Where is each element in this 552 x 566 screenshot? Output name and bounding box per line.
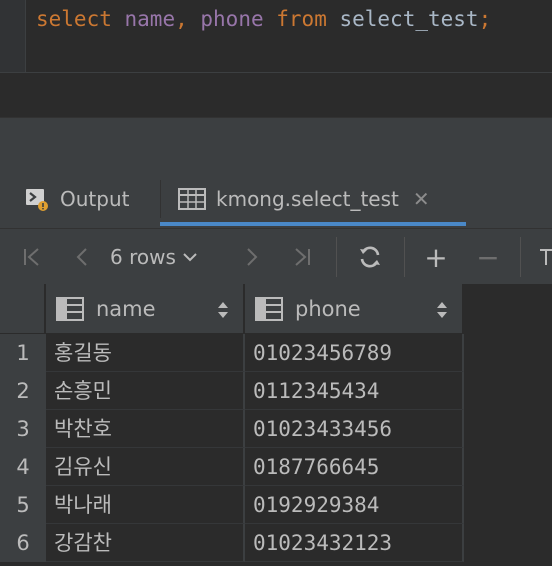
table-grid-icon — [178, 188, 206, 210]
row-number: 3 — [0, 410, 46, 448]
refresh-icon[interactable] — [350, 229, 390, 285]
sort-icon[interactable] — [436, 300, 448, 324]
toolbar-separator — [336, 237, 337, 277]
active-tab-indicator — [160, 222, 466, 226]
chevron-down-icon — [182, 249, 198, 265]
editor-gutter — [0, 0, 26, 72]
first-page-icon[interactable] — [14, 229, 50, 285]
console-output-icon — [24, 186, 50, 212]
cell-phone[interactable]: 01023456789 — [245, 334, 464, 372]
row-number: 5 — [0, 486, 46, 524]
column-icon — [56, 296, 84, 321]
cell-phone[interactable]: 0192929384 — [245, 486, 464, 524]
table-row[interactable]: 1 홍길동 01023456789 — [0, 334, 464, 372]
sql-token: select_test — [326, 7, 479, 31]
sql-editor[interactable]: select name, phone from select_test; — [0, 0, 552, 72]
next-page-icon[interactable] — [234, 229, 270, 285]
cell-name[interactable]: 김유신 — [46, 448, 245, 486]
row-number: 6 — [0, 524, 46, 562]
cell-phone[interactable]: 0112345434 — [245, 372, 464, 410]
previous-page-icon[interactable] — [64, 229, 100, 285]
sql-token: phone — [200, 7, 264, 31]
sql-token: ; — [478, 7, 492, 31]
cell-name[interactable]: 손흥민 — [46, 372, 245, 410]
remove-row-button[interactable]: − — [468, 229, 508, 285]
row-count-label: 6 rows — [110, 245, 176, 269]
cell-name[interactable]: 강감찬 — [46, 524, 245, 562]
table-row[interactable]: 2 손흥민 0112345434 — [0, 372, 464, 410]
column-header-label: phone — [295, 296, 361, 321]
tab-output[interactable]: Output — [24, 170, 129, 228]
close-icon[interactable]: ✕ — [413, 187, 430, 211]
table-row[interactable]: 4 김유신 0187766645 — [0, 448, 464, 486]
more-toolbar-icon[interactable] — [534, 229, 552, 285]
column-icon — [255, 296, 283, 321]
cell-name[interactable]: 홍길동 — [46, 334, 245, 372]
sort-icon[interactable] — [217, 300, 229, 324]
cell-name[interactable]: 박찬호 — [46, 410, 245, 448]
cell-phone[interactable]: 01023432123 — [245, 524, 464, 562]
results-grid: name phone 1 홍길동 01023456789 2 손흥민 01123… — [0, 284, 552, 566]
row-count-dropdown[interactable]: 6 rows — [110, 229, 220, 285]
toolbar-separator — [404, 237, 405, 277]
sql-token: name — [124, 7, 176, 31]
tab-output-label: Output — [60, 187, 130, 211]
table-row[interactable]: 5 박나래 0192929384 — [0, 486, 464, 524]
sql-token: from — [276, 7, 327, 31]
toolbar-separator — [520, 237, 521, 277]
row-number: 1 — [0, 334, 46, 372]
panel-header-area — [0, 118, 552, 170]
table-row[interactable]: 6 강감찬 01023432123 — [0, 524, 464, 562]
cell-phone[interactable]: 0187766645 — [245, 448, 464, 486]
tab-select-test[interactable]: kmong.select_test ✕ — [178, 170, 430, 228]
table-row[interactable]: 3 박찬호 01023433456 — [0, 410, 464, 448]
results-tab-bar: Output kmong.select_test ✕ — [0, 170, 552, 228]
tab-separator — [160, 180, 161, 218]
row-number: 2 — [0, 372, 46, 410]
add-row-button[interactable]: + — [416, 229, 456, 285]
column-header-label: name — [96, 296, 156, 321]
cell-phone[interactable]: 01023433456 — [245, 410, 464, 448]
sql-query-line[interactable]: select name, phone from select_test; — [36, 4, 491, 34]
row-number-header — [0, 284, 46, 333]
column-header-phone[interactable]: phone — [245, 284, 464, 333]
row-number: 4 — [0, 448, 46, 486]
editor-empty-area — [0, 73, 552, 117]
results-toolbar: 6 rows + − — [0, 228, 552, 284]
sql-token: select — [36, 7, 112, 31]
cell-name[interactable]: 박나래 — [46, 486, 245, 524]
column-header-name[interactable]: name — [46, 284, 245, 333]
last-page-icon[interactable] — [284, 229, 320, 285]
sql-token: , — [175, 7, 201, 31]
tab-select-test-label: kmong.select_test — [216, 187, 399, 211]
